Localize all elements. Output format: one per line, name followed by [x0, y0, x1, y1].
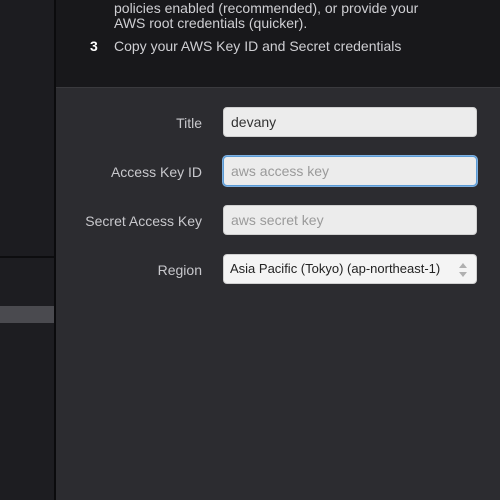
instructions-section: policies enabled (recommended), or provi…	[56, 0, 500, 88]
region-select[interactable]: Asia Pacific (Tokyo) (ap-northeast-1)	[223, 254, 477, 284]
add-aws-account-panel: policies enabled (recommended), or provi…	[56, 0, 500, 500]
region-label: Region	[157, 262, 202, 278]
instruction-line: policies enabled (recommended), or provi…	[114, 0, 419, 16]
secret-key-input[interactable]	[223, 205, 477, 235]
secret-key-row: Secret Access Key	[56, 205, 500, 237]
access-key-row: Access Key ID	[56, 156, 500, 188]
select-updown-icon	[459, 263, 467, 277]
step-3-text: Copy your AWS Key ID and Secret credenti…	[114, 38, 402, 54]
step-number: 3	[90, 38, 98, 54]
secret-key-label: Secret Access Key	[85, 213, 202, 229]
region-row: Region Asia Pacific (Tokyo) (ap-northeas…	[56, 254, 500, 286]
background-window-top	[0, 0, 54, 257]
access-key-label: Access Key ID	[110, 164, 202, 180]
title-label: Title	[176, 115, 202, 131]
background-selected-row	[0, 306, 54, 323]
access-key-input[interactable]	[223, 156, 477, 186]
instruction-line: AWS root credentials (quicker).	[114, 15, 308, 31]
title-row: Title	[56, 107, 500, 139]
region-selected-value: Asia Pacific (Tokyo) (ap-northeast-1)	[230, 261, 441, 276]
title-input[interactable]	[223, 107, 477, 137]
background-divider	[0, 256, 54, 258]
